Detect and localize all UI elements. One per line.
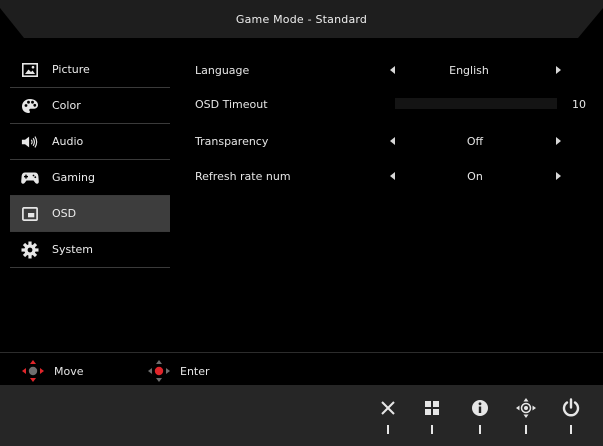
osd-header: Game Mode - Standard bbox=[0, 0, 603, 40]
joystick-icon bbox=[515, 397, 537, 419]
four-way-arrows-icon bbox=[20, 359, 46, 383]
osd-icon bbox=[21, 205, 39, 223]
menu-grid-icon bbox=[421, 397, 443, 419]
palette-icon bbox=[21, 97, 39, 115]
hint-label: Move bbox=[54, 364, 84, 378]
hint-enter: Enter bbox=[146, 359, 210, 383]
setting-value: English bbox=[449, 63, 489, 77]
sidebar-item-label: System bbox=[52, 243, 94, 256]
setting-transparency[interactable]: Transparency Off bbox=[195, 131, 585, 151]
info-button[interactable] bbox=[465, 397, 495, 443]
sidebar-item-picture[interactable]: Picture bbox=[10, 52, 170, 87]
gear-icon bbox=[21, 241, 39, 259]
header-title: Game Mode - Standard bbox=[235, 13, 368, 26]
info-icon bbox=[469, 397, 491, 419]
setting-value: On bbox=[467, 169, 483, 183]
key-marker bbox=[479, 425, 481, 434]
power-button[interactable] bbox=[556, 397, 586, 443]
osd-menu: Game Mode - Standard Picture Color Audio… bbox=[0, 0, 603, 446]
joystick-button[interactable] bbox=[511, 397, 541, 443]
timeout-slider[interactable] bbox=[395, 98, 557, 109]
arrow-right-icon[interactable] bbox=[556, 172, 561, 180]
power-icon bbox=[560, 397, 582, 419]
setting-refresh-rate-num[interactable]: Refresh rate num On bbox=[195, 166, 585, 186]
hint-move: Move bbox=[20, 359, 84, 383]
center-press-icon bbox=[146, 359, 172, 383]
footer-key-bar bbox=[0, 385, 603, 446]
gamepad-icon bbox=[21, 169, 39, 187]
sidebar-item-label: Gaming bbox=[52, 171, 95, 184]
picture-icon bbox=[21, 61, 39, 79]
sidebar-item-gaming[interactable]: Gaming bbox=[10, 160, 170, 195]
sidebar-item-label: Color bbox=[52, 99, 81, 112]
sidebar-item-audio[interactable]: Audio bbox=[10, 124, 170, 159]
setting-label: OSD Timeout bbox=[195, 97, 268, 111]
arrow-left-icon[interactable] bbox=[390, 172, 395, 180]
hint-label: Enter bbox=[180, 364, 210, 378]
arrow-left-icon[interactable] bbox=[390, 137, 395, 145]
sidebar-item-label: Picture bbox=[52, 63, 90, 76]
close-button[interactable] bbox=[373, 397, 403, 443]
setting-label: Transparency bbox=[195, 134, 269, 148]
arrow-right-icon[interactable] bbox=[556, 66, 561, 74]
key-marker bbox=[387, 425, 389, 434]
speaker-icon bbox=[21, 133, 39, 151]
setting-language[interactable]: Language English bbox=[195, 60, 585, 80]
setting-osd-timeout[interactable]: OSD Timeout 10 bbox=[195, 94, 586, 114]
key-marker bbox=[570, 425, 572, 434]
sidebar-item-label: Audio bbox=[52, 135, 84, 148]
sidebar-item-color[interactable]: Color bbox=[10, 88, 170, 123]
divider bbox=[10, 267, 170, 268]
arrow-right-icon[interactable] bbox=[556, 137, 561, 145]
key-marker bbox=[431, 425, 433, 434]
arrow-left-icon[interactable] bbox=[390, 66, 395, 74]
setting-label: Refresh rate num bbox=[195, 169, 291, 183]
divider bbox=[0, 352, 603, 353]
sidebar-item-osd[interactable]: OSD bbox=[10, 196, 170, 231]
close-icon bbox=[377, 397, 399, 419]
sidebar-item-system[interactable]: System bbox=[10, 232, 170, 267]
menu-button[interactable] bbox=[417, 397, 447, 443]
key-marker bbox=[525, 425, 527, 434]
slider-value: 10 bbox=[572, 97, 586, 111]
setting-value: Off bbox=[466, 134, 484, 148]
sidebar-item-label: OSD bbox=[52, 207, 77, 220]
setting-label: Language bbox=[195, 63, 250, 77]
